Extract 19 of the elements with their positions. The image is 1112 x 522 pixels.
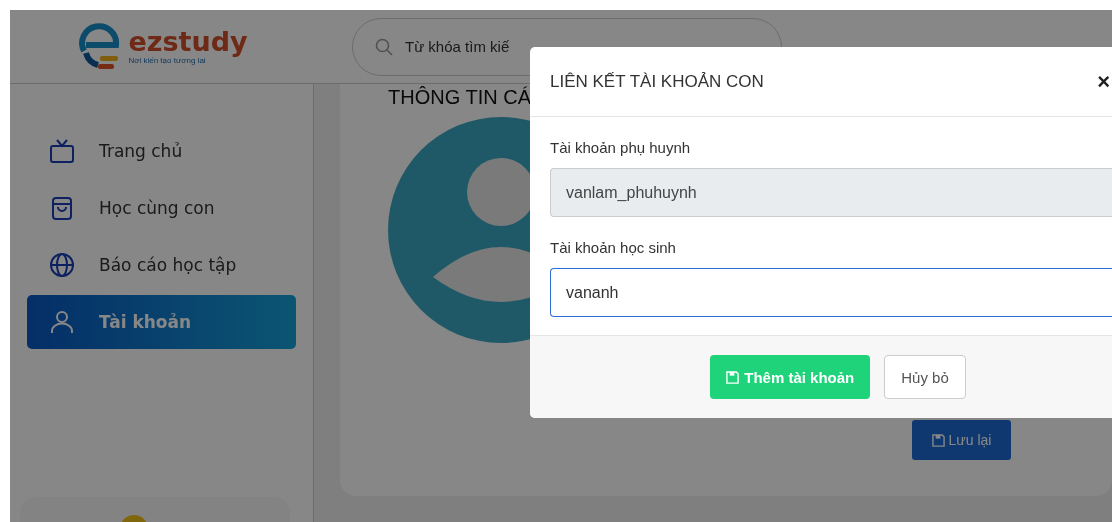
user-icon bbox=[49, 309, 75, 335]
tv-icon bbox=[49, 138, 75, 164]
shopping-bag-icon bbox=[49, 195, 75, 221]
section-title: THÔNG TIN CÁ bbox=[388, 85, 532, 109]
cancel-button[interactable]: Hủy bỏ bbox=[884, 355, 966, 399]
sidebar-item[interactable]: Học cùng con bbox=[27, 181, 296, 235]
field-label: Tài khoản phụ huynh bbox=[550, 139, 692, 156]
sidebar-item[interactable]: Báo cáo học tập bbox=[27, 238, 296, 292]
search-placeholder: Từ khóa tìm kiế bbox=[405, 38, 510, 55]
globe-icon bbox=[49, 252, 75, 278]
search-icon bbox=[375, 37, 393, 56]
logo-tagline: Nơi kiến tạo tương lai bbox=[128, 56, 206, 65]
close-button[interactable]: × bbox=[1097, 68, 1112, 95]
sidebar-item[interactable]: Trang chủ bbox=[27, 124, 296, 178]
field-label: Tài khoản học sinh bbox=[550, 239, 677, 256]
sidebar-item[interactable]: Tài khoản bbox=[27, 295, 296, 349]
save-button[interactable]: Lưu lại bbox=[912, 420, 1011, 460]
text-field[interactable]: vananh bbox=[550, 268, 1112, 317]
logo-text: ezstudy bbox=[128, 28, 248, 56]
